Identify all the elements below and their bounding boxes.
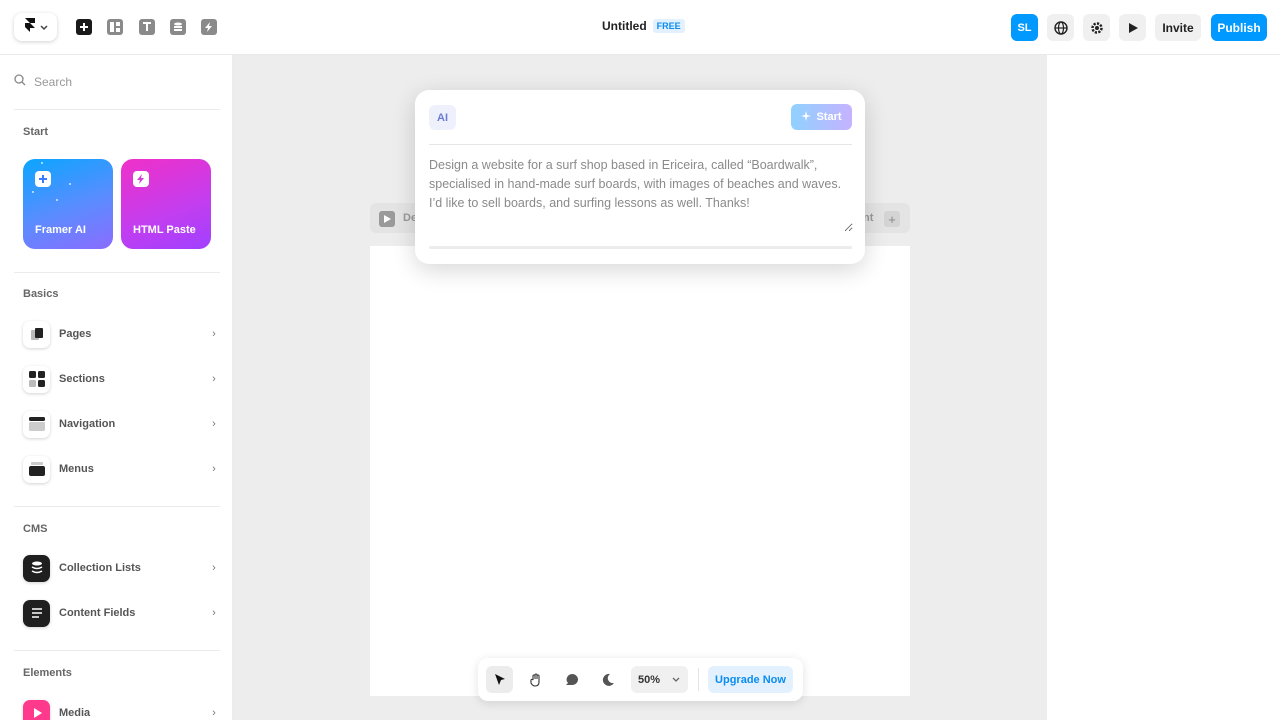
framer-ai-card[interactable]: Framer AI xyxy=(23,159,113,249)
sidebar-item-media[interactable]: Media › xyxy=(23,699,220,720)
assets-icon[interactable] xyxy=(201,19,217,35)
avatar[interactable]: SL xyxy=(1011,14,1038,41)
section-label-start: Start xyxy=(23,126,49,138)
divider xyxy=(698,668,699,691)
sidebar-item-label: Media xyxy=(59,707,91,719)
sidebar-item-content-fields[interactable]: Content Fields › xyxy=(23,599,220,627)
start-label: Start xyxy=(816,111,842,123)
divider xyxy=(429,144,852,145)
project-title-text: Untitled xyxy=(602,19,647,33)
lines-icon xyxy=(23,599,50,627)
divider xyxy=(14,506,220,507)
insert-icon[interactable] xyxy=(76,19,92,35)
sidebar-item-label: Content Fields xyxy=(59,607,136,619)
pages-icon xyxy=(23,320,50,348)
chevron-right-icon: › xyxy=(212,707,216,719)
chevron-right-icon: › xyxy=(212,418,216,430)
sidebar-item-menus[interactable]: Menus › xyxy=(23,455,220,483)
sidebar-item-label: Menus xyxy=(59,463,94,475)
page-frame[interactable] xyxy=(370,246,910,696)
sidebar-item-label: Pages xyxy=(59,328,92,340)
html-paste-label: HTML Paste xyxy=(133,224,196,236)
gear-icon[interactable] xyxy=(1083,14,1110,41)
dialog-progress-track xyxy=(429,246,852,249)
layout-icon[interactable] xyxy=(107,19,123,35)
framer-logo-icon xyxy=(24,17,36,37)
ai-prompt-dialog: AI Start xyxy=(415,90,865,264)
search-input[interactable]: Search xyxy=(14,73,72,91)
preview-play-icon[interactable] xyxy=(379,211,395,227)
chevron-right-icon: › xyxy=(212,562,216,574)
zoom-value: 50% xyxy=(638,673,661,686)
database-icon xyxy=(23,554,50,582)
menus-icon xyxy=(23,455,50,483)
start-button[interactable]: Start xyxy=(791,104,852,130)
divider xyxy=(14,272,220,273)
sidebar-item-sections[interactable]: Sections › xyxy=(23,365,220,393)
framer-ai-label: Framer AI xyxy=(35,224,86,236)
sidebar: Search Start Framer AI HTML Paste Basics… xyxy=(0,55,233,720)
plus-icon xyxy=(35,171,51,187)
bottom-toolbar: 50% Upgrade Now xyxy=(478,658,803,701)
section-label-elements: Elements xyxy=(23,667,72,679)
top-bar: Untitled FREE SL Invite Publish xyxy=(0,0,1280,55)
framer-ai-logo: AI xyxy=(429,105,456,130)
search-icon xyxy=(14,73,26,91)
chevron-right-icon: › xyxy=(212,463,216,475)
media-icon xyxy=(23,699,50,720)
sparkle-icon xyxy=(801,110,812,124)
globe-icon[interactable] xyxy=(1047,14,1074,41)
sidebar-item-navigation[interactable]: Navigation › xyxy=(23,410,220,438)
search-placeholder: Search xyxy=(34,75,73,89)
sidebar-item-collection-lists[interactable]: Collection Lists › xyxy=(23,554,220,582)
project-title[interactable]: Untitled FREE xyxy=(602,19,685,33)
sidebar-item-label: Sections xyxy=(59,373,105,385)
add-breakpoint-icon[interactable]: + xyxy=(884,211,900,227)
section-label-cms: CMS xyxy=(23,523,48,535)
chevron-down-icon xyxy=(39,18,48,36)
sections-icon xyxy=(23,365,50,393)
comment-icon[interactable] xyxy=(558,666,585,693)
navigation-icon xyxy=(23,410,50,438)
upgrade-now-button[interactable]: Upgrade Now xyxy=(708,666,793,693)
moon-icon[interactable] xyxy=(594,666,621,693)
bolt-icon xyxy=(133,171,149,187)
html-paste-card[interactable]: HTML Paste xyxy=(121,159,211,249)
play-icon[interactable] xyxy=(1119,14,1146,41)
chevron-down-icon xyxy=(672,674,680,686)
pointer-icon[interactable] xyxy=(486,666,513,693)
properties-panel xyxy=(1047,55,1280,720)
sidebar-item-label: Collection Lists xyxy=(59,562,141,574)
publish-button[interactable]: Publish xyxy=(1211,14,1267,41)
framer-menu-button[interactable] xyxy=(14,13,57,41)
divider xyxy=(14,109,220,110)
sidebar-item-label: Navigation xyxy=(59,418,116,430)
cms-icon[interactable] xyxy=(170,19,186,35)
sidebar-item-pages[interactable]: Pages › xyxy=(23,320,220,348)
section-label-basics: Basics xyxy=(23,288,59,300)
plan-badge: FREE xyxy=(652,19,685,33)
chevron-right-icon: › xyxy=(212,607,216,619)
text-icon[interactable] xyxy=(139,19,155,35)
chevron-right-icon: › xyxy=(212,328,216,340)
zoom-select[interactable]: 50% xyxy=(631,666,688,693)
chevron-right-icon: › xyxy=(212,373,216,385)
prompt-textarea[interactable] xyxy=(429,156,853,232)
divider xyxy=(14,650,220,651)
invite-button[interactable]: Invite xyxy=(1155,14,1201,41)
hand-icon[interactable] xyxy=(522,666,549,693)
